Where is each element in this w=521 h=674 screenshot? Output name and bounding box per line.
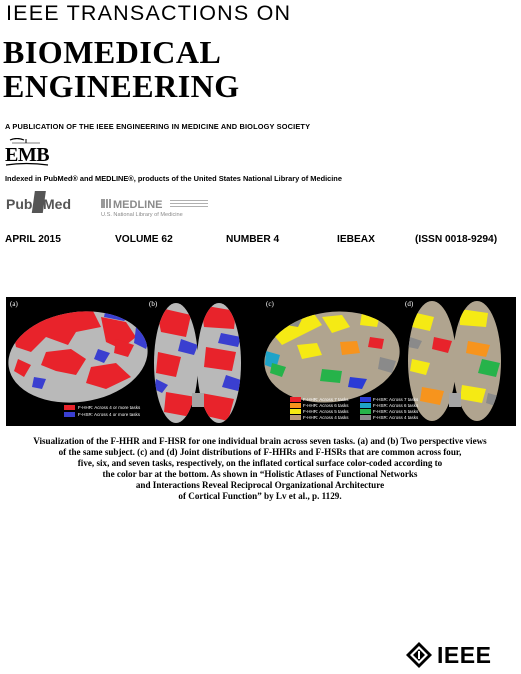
indexing-statement: Indexed in PubMed® and MEDLINE®, product…: [5, 174, 342, 183]
issue-date: APRIL 2015: [5, 234, 61, 245]
journal-series-title: IEEE TRANSACTIONS ON: [6, 1, 292, 25]
legend-label-hhr-4: F-HHR: Across 4 tasks: [303, 415, 349, 420]
legend-label-hhr-6: F-HHR: Across 6 tasks: [303, 403, 349, 408]
legend-label-hhr-7: F-HHR: Across 7 tasks: [303, 397, 349, 402]
legend-swatch-hhr: [64, 405, 75, 410]
journal-code: IEBEAX: [337, 234, 375, 245]
legend-label-hsr-6: F-HSR: Across 6 tasks: [373, 403, 419, 408]
legend-label-hsr: F-HSR: Across 4 or more tasks: [78, 412, 141, 417]
legend-label-hhr-5: F-HHR: Across 5 tasks: [303, 409, 349, 414]
pubmed-logo-med: Med: [43, 196, 71, 212]
ieee-logo-text: IEEE: [437, 642, 491, 668]
medline-logo-name: MEDLINE: [113, 199, 163, 211]
legend-label-hsr-4: F-HSR: Across 4 tasks: [373, 415, 419, 420]
legend-swatch-hsr: [64, 412, 75, 417]
society-line: A PUBLICATION OF THE IEEE ENGINEERING IN…: [5, 122, 311, 131]
ieee-diamond-icon: [406, 642, 432, 668]
caption-line: and Interactions Reveal Reciprocal Organ…: [135, 480, 385, 490]
legend-swatch-hhr-7: [290, 397, 301, 402]
legend-swatch-hhr-6: [290, 403, 301, 408]
emb-logo-text: EMB: [5, 144, 49, 166]
cover-figure: (a) (b) F-HHR: Across 4 or more tasks F-…: [6, 297, 516, 426]
legend-swatch-hsr-5: [360, 409, 371, 414]
brain-lateral-view-colored: [264, 310, 400, 403]
legend-swatch-hhr-4: [290, 415, 301, 420]
panel-label-b: (b): [149, 300, 158, 308]
ieee-logo: IEEE: [405, 641, 517, 669]
caption-line: five, six, and seven tasks, respectively…: [77, 458, 443, 468]
figure-caption: Visualization of the F-HHR and F-HSR for…: [10, 436, 510, 502]
legend-label-hsr-7: F-HSR: Across 7 tasks: [373, 397, 419, 402]
panel-label-a: (a): [10, 300, 18, 308]
caption-line: of Cortical Function” by Lv et al., p. 1…: [178, 491, 342, 501]
legend-label-hhr: F-HHR: Across 4 or more tasks: [78, 405, 141, 410]
figure-panel-right: (c) (d) F-HHR: Across 7 tasks F-HHR: Acr…: [262, 297, 516, 426]
medline-logo-sub: U.S. National Library of Medicine: [101, 212, 183, 218]
caption-line: the color bar at the bottom. As shown in…: [102, 469, 418, 479]
journal-title-line-2: ENGINEERING: [3, 68, 240, 104]
caption-line: of the same subject. (c) and (d) Joint d…: [58, 447, 462, 457]
brain-lateral-view: [8, 307, 151, 403]
figure-panel-left: (a) (b) F-HHR: Across 4 or more tasks F-…: [6, 297, 256, 426]
legend-swatch-hsr-4: [360, 415, 371, 420]
journal-title: BIOMEDICAL ENGINEERING: [3, 35, 240, 103]
pubmed-logo-pub: Pub: [6, 196, 32, 212]
legend-swatch-hsr-7: [360, 397, 371, 402]
legend-swatch-hsr-6: [360, 403, 371, 408]
caption-line: Visualization of the F-HHR and F-HSR for…: [33, 436, 487, 446]
panel-label-d: (d): [405, 300, 414, 308]
journal-title-line-1: BIOMEDICAL: [3, 34, 222, 70]
legend-swatch-hhr-5: [290, 409, 301, 414]
issue-volume: VOLUME 62: [115, 234, 173, 245]
medline-logo: MEDLINE U.S. National Library of Medicin…: [100, 196, 210, 218]
pubmed-logo: Pub Med: [5, 190, 85, 216]
brain-top-view: [154, 303, 241, 423]
panel-label-c: (c): [266, 300, 274, 308]
issn: (ISSN 0018-9294): [415, 234, 498, 245]
legend-label-hsr-5: F-HSR: Across 5 tasks: [373, 409, 419, 414]
issue-number: NUMBER 4: [226, 234, 280, 245]
brain-top-view-colored: [408, 301, 501, 421]
emb-logo: EMB: [4, 137, 54, 168]
